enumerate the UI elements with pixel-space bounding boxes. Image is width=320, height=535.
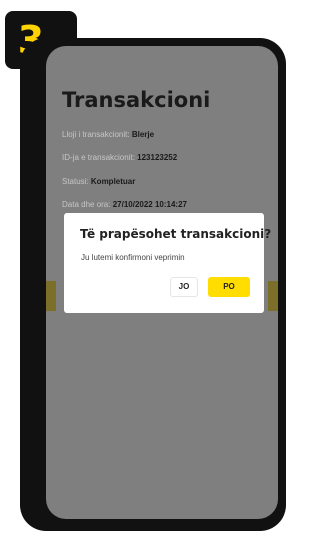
- transaction-date-row: Data dhe ora: 27/10/2022 10:14:27: [62, 200, 187, 209]
- background-button-edge-right: [268, 281, 278, 311]
- transaction-type-label: Lloji i transakcionit:: [62, 130, 132, 139]
- transaction-id-value: 123123252: [137, 153, 178, 162]
- phone-screen: Transakcioni Lloji i transakcionit: Bler…: [46, 46, 278, 519]
- transaction-type-row: Lloji i transakcionit: Blerje: [62, 130, 154, 139]
- yes-button[interactable]: PO: [208, 277, 250, 297]
- transaction-id-label: ID-ja e transakcionit:: [62, 153, 138, 162]
- transaction-status-row: Statusi: Kompletuar: [62, 177, 135, 186]
- dialog-title: Të prapësohet transakcioni?: [80, 227, 272, 241]
- page-title: Transakcioni: [62, 88, 211, 112]
- transaction-date-label: Data dhe ora:: [62, 200, 113, 209]
- transaction-status-value: Kompletuar: [90, 177, 136, 186]
- no-button[interactable]: JO: [170, 277, 198, 297]
- dialog-message: Ju lutemi konfirmoni veprimin: [81, 253, 185, 262]
- transaction-id-row: ID-ja e transakcionit: 123123252: [62, 153, 177, 162]
- confirm-dialog: Të prapësohet transakcioni? Ju lutemi ko…: [64, 213, 271, 313]
- transaction-status-label: Statusi:: [62, 177, 91, 186]
- background-button-edge-left: [46, 281, 56, 311]
- transaction-date-value: 27/10/2022 10:14:27: [112, 200, 187, 209]
- transaction-type-value: Blerje: [131, 130, 155, 139]
